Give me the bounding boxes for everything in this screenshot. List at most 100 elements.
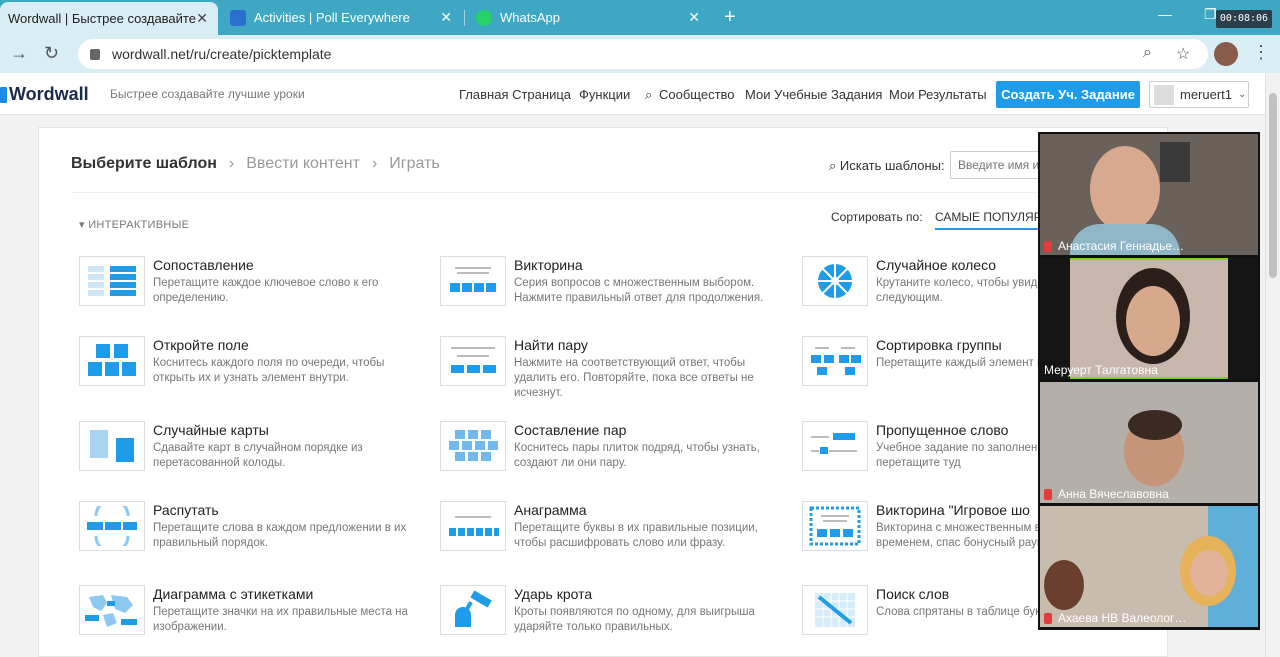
tab-title: WhatsApp [500, 10, 560, 25]
participant-name: Анна Вячеславовна [1044, 487, 1169, 501]
sort-dropdown[interactable]: САМЫЕ ПОПУЛЯРН [935, 210, 1045, 230]
browser-tab-strip: Wordwall | Быстрее создавайте ✕ Activiti… [0, 0, 1280, 35]
caret-down-icon: ▾ [79, 219, 85, 231]
template-name: Откройте поле [153, 337, 249, 353]
restore-icon[interactable]: ❐ [1204, 6, 1217, 23]
address-bar[interactable]: wordwall.net/ru/create/picktemplate [78, 39, 1208, 69]
unjumble-thumbnail [79, 501, 145, 551]
user-avatar [1154, 84, 1174, 105]
template-labelled-diagram[interactable]: Диаграмма с этикетками Перетащите значки… [79, 585, 419, 645]
template-name: Составление пар [514, 422, 627, 438]
menu-icon[interactable]: ⋮ [1252, 42, 1270, 63]
sort-label: Сортировать по: [831, 210, 923, 224]
close-icon[interactable]: ✕ [196, 10, 208, 27]
search-templates-label: ⌕ Искать шаблоны: [829, 158, 945, 173]
picture-frame [1160, 142, 1190, 182]
bookmark-star-icon[interactable]: ☆ [1176, 44, 1190, 64]
whatsapp-icon [476, 9, 492, 26]
participant-tile-speaking[interactable]: Меруерт Талгатовна [1040, 258, 1258, 379]
step-enter-content: Ввести контент [246, 155, 360, 172]
template-name: Сопоставление [153, 257, 254, 273]
new-tab-button[interactable]: + [724, 6, 736, 29]
scroll-thumb[interactable] [1269, 93, 1277, 278]
template-random-cards[interactable]: Случайные карты Сдавайте карт в случайно… [79, 421, 419, 481]
breadcrumb: Выберите шаблон › Ввести контент › Играт… [71, 155, 440, 173]
muted-mic-icon [1044, 488, 1052, 500]
template-description: Кроты появляются по одному, для выигрыша… [514, 606, 755, 633]
video-gallery: Анастасия Геннадье… Меруерт Талгатовна А… [1038, 132, 1260, 630]
nav-features[interactable]: Функции [579, 87, 630, 102]
tab-divider [464, 10, 465, 26]
matching-pairs-thumbnail [440, 421, 506, 471]
browser-toolbar: → ↻ wordwall.net/ru/create/picktemplate … [0, 35, 1280, 73]
video-pillarbox [1040, 258, 1070, 379]
minimize-icon[interactable]: — [1158, 6, 1172, 22]
poll-everywhere-icon [230, 9, 246, 26]
search-icon: ⌕ [829, 158, 837, 173]
tab-poll-everywhere[interactable]: Activities | Poll Everywhere ✕ [222, 0, 462, 35]
random-cards-thumbnail [79, 421, 145, 471]
template-name: Распутать [153, 502, 219, 518]
nav-my-activities[interactable]: Мои Учебные Задания [745, 87, 882, 102]
template-find-the-match[interactable]: Найти пару Нажмите на соответствующий от… [440, 336, 780, 399]
chevron-right-icon: › [371, 155, 378, 172]
section-toggle-interactive[interactable]: ▾ ИНТЕРАКТИВНЫЕ [79, 218, 189, 231]
tab-whatsapp[interactable]: WhatsApp ✕ [468, 0, 710, 35]
nav-my-results[interactable]: Мои Результаты [889, 87, 987, 102]
template-description: Серия вопросов с множественным выбором. … [514, 277, 764, 304]
participant-name: Анастасия Геннадье… [1044, 239, 1184, 253]
template-description: Перетащите каждое ключевое слово к его о… [153, 277, 379, 304]
username: meruert1 [1180, 87, 1233, 102]
wordwall-logo[interactable]: Wordwall [0, 84, 89, 105]
template-matching-pairs[interactable]: Составление пар Коснитесь пары плиток по… [440, 421, 780, 481]
lock-icon [90, 48, 100, 60]
template-description: Сдавайте карт в случайном порядке из пер… [153, 442, 363, 469]
close-icon[interactable]: ✕ [440, 9, 452, 26]
tab-title: Activities | Poll Everywhere [254, 10, 410, 25]
participant-face [1190, 550, 1228, 596]
template-name: Викторина [514, 257, 583, 273]
find-match-thumbnail [440, 336, 506, 386]
chevron-down-icon: ⌄ [1238, 89, 1247, 100]
quiz-thumbnail [440, 256, 506, 306]
template-quiz[interactable]: Викторина Серия вопросов с множественным… [440, 256, 780, 316]
template-picker: Выберите шаблон › Ввести контент › Играт… [38, 127, 1168, 657]
nav-community[interactable]: Сообщество [659, 87, 735, 102]
gameshow-quiz-thumbnail [802, 501, 868, 551]
reload-icon[interactable]: ↻ [44, 43, 59, 64]
recording-timer: 00:08:06 [1216, 10, 1272, 28]
page-scrollbar[interactable] [1265, 73, 1280, 657]
zoom-icon[interactable]: ⌕ [1143, 44, 1152, 62]
template-anagram[interactable]: Анаграмма Перетащите буквы в их правильн… [440, 501, 780, 561]
forward-icon[interactable]: → [10, 43, 28, 64]
wordsearch-thumbnail [802, 585, 868, 635]
muted-mic-icon [1044, 612, 1052, 624]
tab-title: Wordwall | Быстрее создавайте [8, 11, 196, 26]
close-icon[interactable]: ✕ [688, 9, 700, 26]
template-whack-a-mole[interactable]: Ударь крота Кроты появляются по одному, … [440, 585, 780, 645]
template-name: Викторина "Игровое шо [876, 502, 1030, 518]
participant-tile[interactable]: Анна Вячеславовна [1040, 382, 1258, 503]
logo-mark-icon [0, 86, 7, 103]
template-open-the-box[interactable]: Откройте поле Коснитесь каждого поля по … [79, 336, 419, 396]
nav-home[interactable]: Главная Страница [459, 87, 571, 102]
participant-tile[interactable]: Ахаева НВ Валеолог… [1040, 506, 1258, 627]
template-unjumble[interactable]: Распутать Перетащите слова в каждом пред… [79, 501, 419, 561]
tagline: Быстрее создавайте лучшие уроки [110, 87, 305, 101]
template-description: Перетащите буквы в их правильные позиции… [514, 522, 758, 549]
user-menu[interactable]: meruert1 ⌄ [1149, 81, 1249, 108]
template-description: Перетащите значки на их правильные места… [153, 606, 408, 633]
template-description: Нажмите на соответствующий ответ, чтобы … [514, 357, 754, 399]
muted-mic-icon [1044, 240, 1052, 252]
profile-avatar[interactable] [1214, 42, 1238, 66]
create-activity-button[interactable]: Создать Уч. Задание [996, 81, 1140, 108]
template-description: Коснитесь каждого поля по очереди, чтобы… [153, 357, 385, 384]
wheel-thumbnail [802, 256, 868, 306]
tab-wordwall[interactable]: Wordwall | Быстрее создавайте ✕ [0, 2, 218, 35]
divider [71, 192, 1151, 193]
template-description: Коснитесь пары плиток подряд, чтобы узна… [514, 442, 760, 469]
participant-video [1044, 560, 1084, 610]
template-name: Поиск слов [876, 586, 950, 602]
participant-tile[interactable]: Анастасия Геннадье… [1040, 134, 1258, 255]
template-match-up[interactable]: Сопоставление Перетащите каждое ключевое… [79, 256, 419, 316]
